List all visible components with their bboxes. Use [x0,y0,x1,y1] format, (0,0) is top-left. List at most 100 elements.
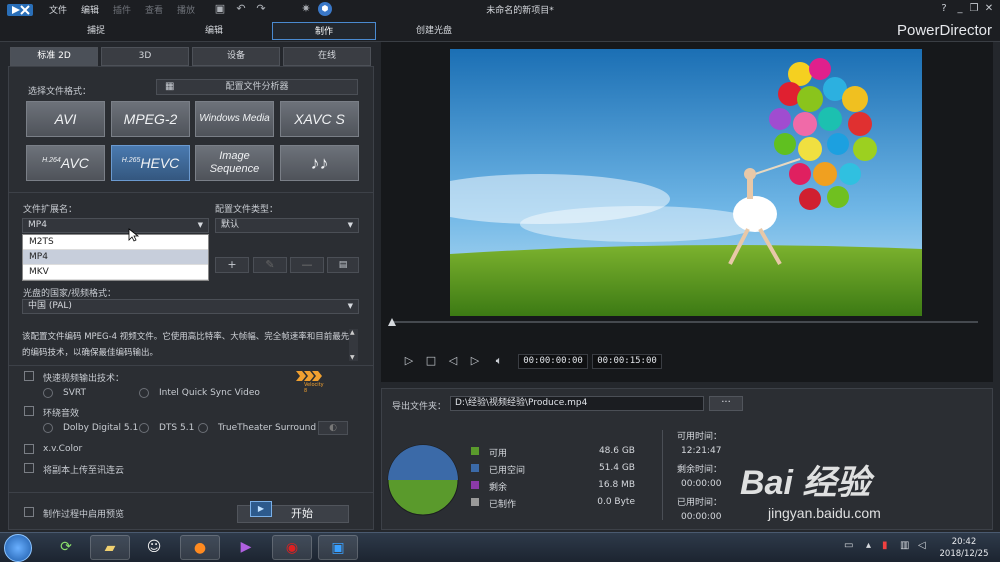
export-path-field[interactable]: D:\经验\视频经验\Produce.mp4 [450,396,704,411]
format-hevc-button[interactable]: H.265HEVC [111,145,190,181]
previous-frame-button[interactable]: ◁ [446,354,460,368]
subtab-device[interactable]: 设备 [192,47,280,66]
analyzer-icon: ▦ [165,81,175,92]
tray-alert-icon[interactable]: ▮ [882,540,888,551]
tab-produce[interactable]: 制作 [272,22,376,40]
format-select-label: 选择文件格式： [28,87,92,97]
folder-icon[interactable]: ▰ [90,535,130,560]
dts-radio[interactable] [139,423,149,433]
volume-icon[interactable]: 🔈︎ [492,354,506,368]
subtab-standard-2d[interactable]: 标准 2D [10,47,98,66]
taskbar-clock[interactable]: 20:42 2018/12/25 [938,536,990,560]
legend-produced-value: 0.0 Byte [597,497,635,507]
subtab-online[interactable]: 在线 [283,47,371,66]
stop-button[interactable]: □ [424,354,438,368]
extension-dropdown[interactable]: MP4 ▼ [22,218,209,233]
tray-volume-icon[interactable]: ◁ [918,540,926,551]
tray-network-icon[interactable]: ▥ [900,540,909,551]
profile-type-dropdown[interactable]: 默认 ▼ [215,218,359,233]
mouse-cursor-icon [128,228,140,242]
preview-during-checkbox[interactable] [24,507,34,517]
divider [9,192,373,193]
playhead-handle[interactable] [388,318,396,326]
menu-view[interactable]: 查看 [145,3,163,16]
format-avc-button[interactable]: H.264AVC [26,145,105,181]
powerdirector-icon[interactable]: ▣ [318,535,358,560]
next-frame-button[interactable]: ▷ [468,354,482,368]
undo-icon[interactable]: ↶ [234,2,248,16]
help-button[interactable]: ? [937,2,951,16]
description-scrollbar[interactable]: ▲ ▼ [349,329,358,361]
surround-label: 环绕音效 [43,409,80,419]
menu-file[interactable]: 文件 [49,3,67,16]
svrt-radio[interactable] [43,388,53,398]
remaining-time-value: 00:00:00 [681,479,722,489]
available-time-value: 12:21:47 [681,446,722,456]
menu-edit[interactable]: 编辑 [81,3,99,16]
windows-start-button[interactable] [4,534,32,562]
settings-icon[interactable]: ✷ [299,2,313,16]
tab-capture[interactable]: 捕捉 [58,22,134,40]
tab-edit[interactable]: 编辑 [176,22,252,40]
media-icon[interactable]: ▶ [226,535,266,560]
format-xavcs-button[interactable]: XAVC S [280,101,359,137]
record-icon[interactable]: ◉ [272,535,312,560]
extension-option-mp4[interactable]: MP4 [23,250,208,265]
save-icon[interactable]: ▣ [213,2,227,16]
dolby-radio[interactable] [43,423,53,433]
extension-option-m2ts[interactable]: M2TS [23,235,208,250]
tray-expand-icon[interactable]: ▴ [866,540,871,551]
fast-render-checkbox[interactable] [24,371,34,381]
disk-usage-pie [387,444,459,516]
sync-icon[interactable]: ⟳ [46,535,86,560]
minimize-button[interactable]: _ [953,2,967,16]
close-button[interactable]: ✕ [982,2,996,16]
menu-play[interactable]: 播放 [177,3,195,16]
play-button[interactable]: ▷ [402,354,416,368]
profile-analyzer-button[interactable]: ▦ 配置文件分析器 [156,79,358,95]
edit-profile-button[interactable]: ✎ [253,257,287,273]
notification-icon[interactable]: ⬢ [318,2,332,16]
xvcolor-checkbox[interactable] [24,444,34,454]
legend-produced-swatch [471,498,479,506]
legend-available-value: 48.6 GB [598,446,635,456]
format-image-sequence-button[interactable]: Image Sequence [195,145,274,181]
region-label: 光盘的国家/视频格式： [23,289,117,299]
legend-available-label: 可用 [489,449,508,459]
surround-checkbox[interactable] [24,406,34,416]
subtab-3d[interactable]: 3D [101,47,189,66]
xvcolor-label: x.v.Color [43,444,83,454]
tray-keyboard-icon[interactable]: ▭ [844,540,853,551]
surround-settings-button[interactable]: ◐ [318,421,348,435]
format-mpeg2-button[interactable]: MPEG-2 [111,101,190,137]
legend-used-label: 已用空间 [489,466,526,476]
add-profile-button[interactable]: + [215,257,249,273]
quicksync-radio[interactable] [139,388,149,398]
qq-icon[interactable]: ☺ [134,535,174,560]
truetheater-radio[interactable] [198,423,208,433]
firefox-icon[interactable]: ● [180,535,220,560]
dolby-label: Dolby Digital 5.1 [63,423,139,433]
timeline-scrubber[interactable] [392,321,978,323]
tab-create-disc[interactable]: 创建光盘 [396,22,472,40]
browse-button[interactable]: ··· [709,396,743,411]
divider [662,430,663,520]
legend-used-value: 51.4 GB [598,463,635,473]
pie-used [388,445,458,480]
profile-details-button[interactable]: ▤ [327,257,359,273]
format-audio-button[interactable]: ♪♪ [280,145,359,181]
legend-remaining-swatch [471,481,479,489]
delete-profile-button[interactable]: — [290,257,324,273]
redo-icon[interactable]: ↷ [254,2,268,16]
dts-label: DTS 5.1 [159,423,195,433]
format-avi-button[interactable]: AVI [26,101,105,137]
menu-plugins[interactable]: 插件 [113,3,131,16]
restore-button[interactable]: ❐ [967,2,981,16]
upload-cloud-checkbox[interactable] [24,463,34,473]
extension-option-mkv[interactable]: MKV [23,265,208,280]
scroll-down-icon[interactable]: ▼ [350,354,355,361]
extension-label: 文件扩展名： [23,205,78,215]
scroll-up-icon[interactable]: ▲ [350,329,355,336]
format-windows-media-button[interactable]: Windows Media [195,101,274,137]
region-dropdown[interactable]: 中国 (PAL) ▼ [22,299,359,314]
